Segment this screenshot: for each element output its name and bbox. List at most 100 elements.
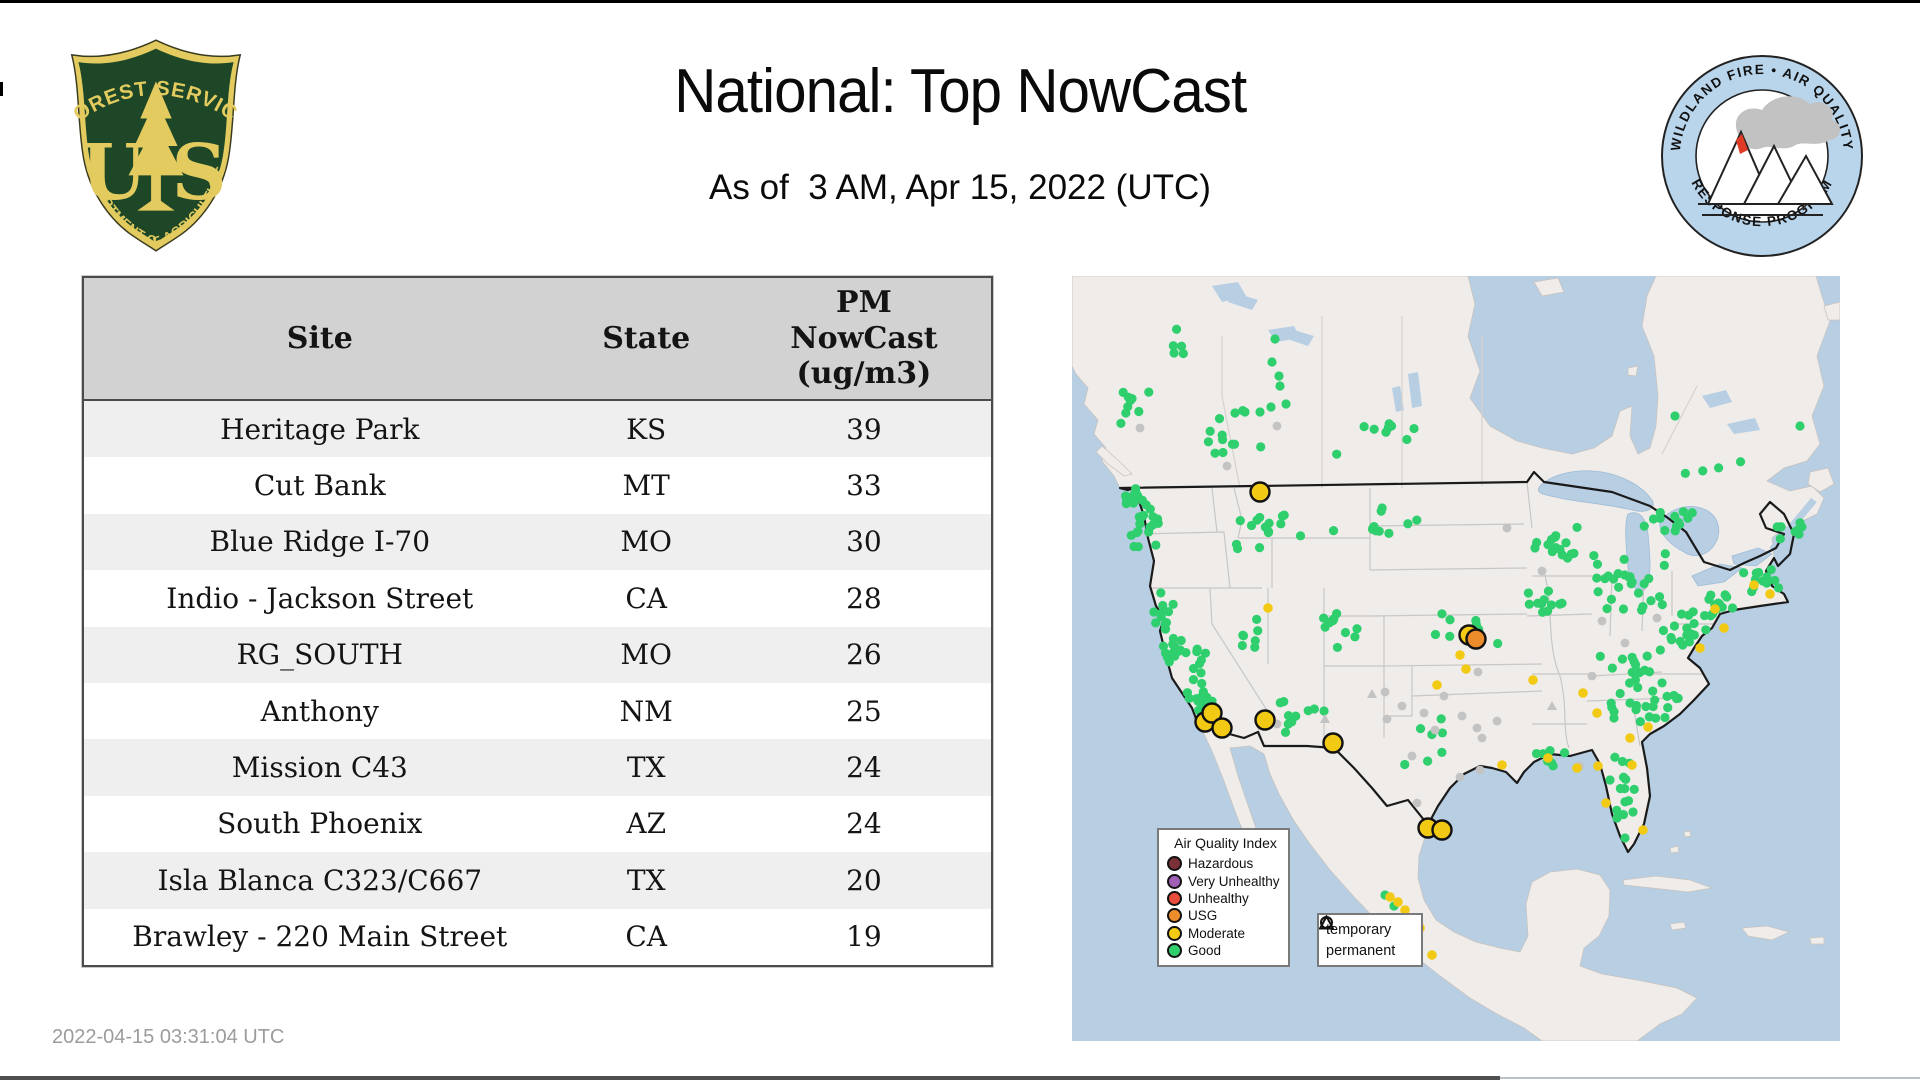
moderate-monitor-dot: [1455, 650, 1465, 660]
usg-swatch-icon: [1167, 908, 1182, 924]
good-monitor-dot: [1256, 442, 1266, 452]
inactive-monitor-dot: [1477, 733, 1487, 743]
good-monitor-dot: [1627, 667, 1637, 677]
good-monitor-dot: [1706, 590, 1716, 600]
state-cell: CA: [555, 570, 737, 627]
good-monitor-dot: [1655, 513, 1665, 523]
moderate-monitor-dot: [1695, 643, 1705, 653]
good-monitor-dot: [1168, 599, 1178, 609]
table-row: RG_SOUTH MO 26: [83, 626, 992, 683]
top-nowcast-table: Site State PM NowCast (ug/m3) Heritage P…: [82, 276, 993, 967]
inactive-monitor-dot: [1455, 772, 1465, 782]
state-cell: TX: [555, 852, 737, 909]
top-site-marker-moderate: [1431, 819, 1453, 841]
good-monitor-dot: [1274, 371, 1284, 381]
permanent-legend-row: permanent: [1319, 915, 1421, 961]
good-monitor-dot: [1775, 534, 1785, 544]
good-monitor-dot: [1660, 549, 1670, 559]
good-monitor-dot: [1614, 582, 1624, 592]
good-monitor-dot: [1264, 518, 1274, 528]
good-monitor-dot: [1543, 540, 1553, 550]
inactive-monitor-dot: [1457, 711, 1467, 721]
good-monitor-dot: [1291, 711, 1301, 721]
state-cell: AZ: [555, 795, 737, 853]
good-monitor-dot: [1229, 439, 1240, 449]
very_unhealthy-swatch-icon: [1167, 873, 1182, 889]
page-title: National: Top NowCast: [673, 57, 1247, 126]
inactive-monitor-dot: [1222, 461, 1232, 471]
site-cell: Blue Ridge I-70: [83, 513, 556, 571]
good-monitor-dot: [1214, 413, 1225, 424]
state-cell: CA: [555, 908, 737, 966]
good-monitor-dot: [1368, 523, 1378, 533]
moderate-monitor-dot: [1592, 708, 1602, 718]
state-cell: MO: [555, 513, 737, 571]
good-monitor-dot: [1714, 463, 1724, 473]
aqi-legend-item-unhealthy: Unhealthy: [1167, 890, 1284, 907]
good-monitor-dot: [1629, 784, 1639, 795]
inactive-monitor-dot: [1412, 798, 1422, 808]
good-monitor-dot: [1551, 531, 1561, 541]
good-monitor-dot: [1116, 418, 1126, 428]
good-monitor-dot: [1238, 631, 1249, 641]
inactive-monitor-dot: [1472, 723, 1482, 733]
good-monitor-dot: [1770, 575, 1780, 586]
table-row: Indio - Jackson Street CA 28: [83, 570, 992, 627]
good-monitor-dot: [1600, 574, 1610, 584]
moderate-swatch-icon: [1167, 925, 1182, 941]
good-monitor-dot: [1151, 540, 1161, 550]
moderate-monitor-dot: [1719, 623, 1729, 633]
good-monitor-dot: [1569, 548, 1579, 558]
good-monitor-dot: [1437, 609, 1447, 619]
state-cell: NM: [555, 682, 737, 740]
good-monitor-dot: [1436, 714, 1446, 724]
good-monitor-dot: [1129, 489, 1140, 499]
value-cell: 25: [736, 682, 992, 740]
inactive-monitor-dot: [1430, 725, 1440, 735]
good-monitor-dot: [1795, 421, 1805, 431]
value-cell: 24: [736, 795, 992, 853]
good-monitor-dot: [1669, 621, 1680, 631]
temporary-legend-row: temporary: [1320, 916, 1421, 940]
good-monitor-dot: [1680, 468, 1690, 478]
good-monitor-dot: [1615, 688, 1625, 699]
good-monitor-dot: [1606, 594, 1617, 605]
good-monitor-dot: [1280, 727, 1291, 738]
good-monitor-dot: [1437, 747, 1447, 757]
good-monitor-dot: [1682, 630, 1692, 640]
good-monitor-dot: [1794, 529, 1804, 539]
moderate-monitor-dot: [1461, 664, 1471, 674]
good-monitor-dot: [1384, 528, 1394, 538]
site-cell: Isla Blanca C323/C667: [83, 852, 556, 909]
temporary-label: temporary: [1326, 921, 1392, 938]
moderate-monitor-dot: [1643, 722, 1653, 732]
good-monitor-dot: [1642, 651, 1652, 661]
good-monitor-dot: [1149, 607, 1159, 617]
good-monitor-dot: [1605, 775, 1615, 785]
good-monitor-dot: [1644, 712, 1654, 722]
table-body: Heritage Park KS 39 Cut Bank MT 33 Blue Ridge …: [83, 400, 992, 966]
aqi-legend-label: Unhealthy: [1188, 890, 1249, 906]
good-monitor-dot: [1231, 539, 1242, 549]
moderate-monitor-dot: [1528, 675, 1538, 685]
good-monitor-dot: [1620, 833, 1630, 843]
good-monitor-dot: [1615, 783, 1625, 794]
good-monitor-dot: [1557, 598, 1567, 608]
good-monitor-dot: [1572, 522, 1582, 533]
good-monitor-dot: [1635, 717, 1645, 727]
inactive-monitor-dot: [1473, 667, 1483, 677]
top-site-marker-usg: [1465, 628, 1487, 650]
inactive-monitor-dot: [1407, 751, 1417, 761]
good-monitor-dot: [1369, 424, 1379, 434]
state-cell: MO: [555, 626, 737, 683]
good-monitor-dot: [1595, 651, 1605, 661]
good-monitor-dot: [1255, 407, 1265, 417]
good-monitor-dot: [1539, 595, 1549, 605]
good-monitor-dot: [1657, 600, 1667, 610]
good-monitor-dot: [1332, 449, 1342, 459]
good-monitor-dot: [1633, 682, 1643, 693]
moderate-monitor-dot: [1393, 897, 1403, 907]
moderate-monitor-dot: [1385, 892, 1395, 902]
good-monitor-dot: [1253, 626, 1263, 636]
good-monitor-dot: [1350, 632, 1360, 642]
